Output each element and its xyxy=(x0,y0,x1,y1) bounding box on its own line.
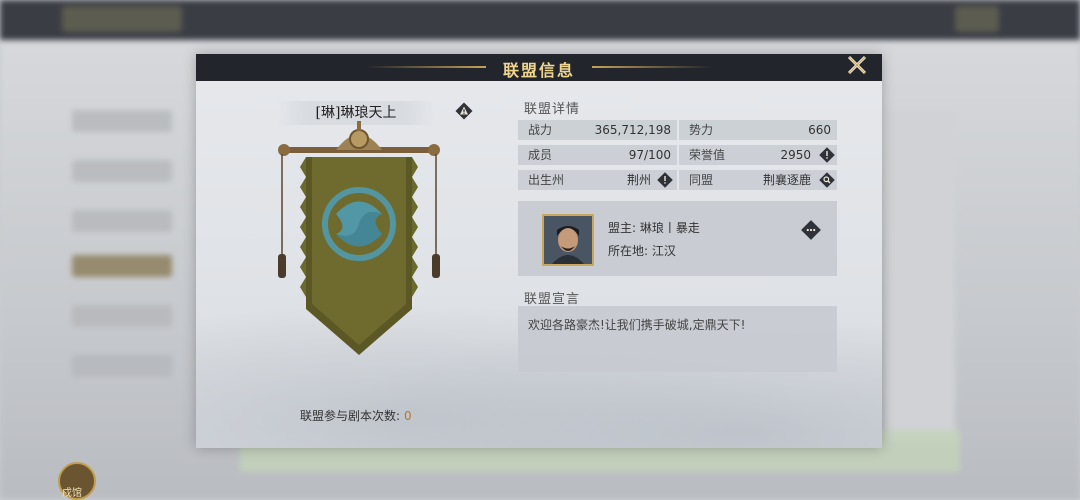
alliance-info-dialog: 联盟信息 [琳]琳琅天上 联盟参与剧本次数: 0 联盟详情 战力 365,712… xyxy=(196,54,882,448)
participation-count: 0 xyxy=(404,409,412,423)
declaration-box: 欢迎各路豪杰!让我们携手破城,定鼎天下! xyxy=(518,306,837,372)
declaration-text: 欢迎各路豪杰!让我们携手破城,定鼎天下! xyxy=(528,318,746,332)
leader-card: 盟主: 琳琅丨暴走 所在地: 江汉 xyxy=(518,201,837,276)
stat-members-label: 成员 xyxy=(528,148,553,162)
leader-portrait[interactable] xyxy=(542,214,594,266)
stat-honor-label: 荣誉值 xyxy=(689,148,726,162)
chat-button[interactable] xyxy=(801,220,821,240)
dialog-title: 联盟信息 xyxy=(502,61,575,80)
declaration-title: 联盟宣言 xyxy=(524,292,581,307)
stat-members-value: 97/100 xyxy=(628,148,671,162)
stat-power-value: 365,712,198 xyxy=(594,123,671,137)
alliance-banner xyxy=(278,121,440,355)
background-menu-item xyxy=(72,160,172,182)
birth-state-info-icon[interactable] xyxy=(657,172,673,188)
background-title-glyph xyxy=(62,6,182,32)
leader-name: 盟主: 琳琅丨暴走 xyxy=(608,221,700,235)
close-icon xyxy=(847,55,867,75)
participation-label: 联盟参与剧本次数: xyxy=(300,409,401,423)
details-title: 联盟详情 xyxy=(524,102,581,117)
leader-avatar-image xyxy=(544,216,592,264)
stat-influence-label: 势力 xyxy=(689,123,714,137)
stat-power: 战力 365,712,198 xyxy=(518,120,677,140)
stat-influence-value: 660 xyxy=(808,123,831,137)
background-menu-item xyxy=(72,110,172,132)
background-menu-item-active xyxy=(72,255,172,277)
background-right-panel xyxy=(885,110,955,440)
stat-birth-state-value: 荆州 xyxy=(626,173,651,187)
stat-league-value: 荆襄逐鹿 xyxy=(762,173,811,187)
stat-birth-state: 出生州 荆州 xyxy=(518,170,677,190)
dialog-titlebar: 联盟信息 xyxy=(196,54,882,81)
stat-honor-value: 2950 xyxy=(780,148,811,162)
stat-influence: 势力 660 xyxy=(679,120,837,140)
chat-icon xyxy=(801,220,821,240)
warning-icon xyxy=(455,102,473,120)
stat-birth-state-label: 出生州 xyxy=(528,173,565,187)
stat-honor: 荣誉值 2950 xyxy=(679,145,837,165)
stat-members: 成员 97/100 xyxy=(518,145,677,165)
search-icon[interactable] xyxy=(819,172,835,188)
honor-info-icon[interactable] xyxy=(819,147,835,163)
participation-count-row: 联盟参与剧本次数: 0 xyxy=(300,407,412,424)
leader-location: 所在地: 江汉 xyxy=(608,244,676,258)
stat-league-label: 同盟 xyxy=(689,173,714,187)
background-menu-item xyxy=(72,210,172,232)
close-button[interactable] xyxy=(842,50,872,80)
avatar-label: 戍馆 xyxy=(62,488,82,499)
report-button[interactable] xyxy=(455,102,473,120)
background-top-button xyxy=(955,6,999,32)
background-top-bar xyxy=(0,0,1080,40)
background-menu-item xyxy=(72,305,172,327)
stat-power-label: 战力 xyxy=(528,123,553,137)
stat-league: 同盟 荆襄逐鹿 xyxy=(679,170,837,190)
background-menu-item xyxy=(72,355,172,377)
